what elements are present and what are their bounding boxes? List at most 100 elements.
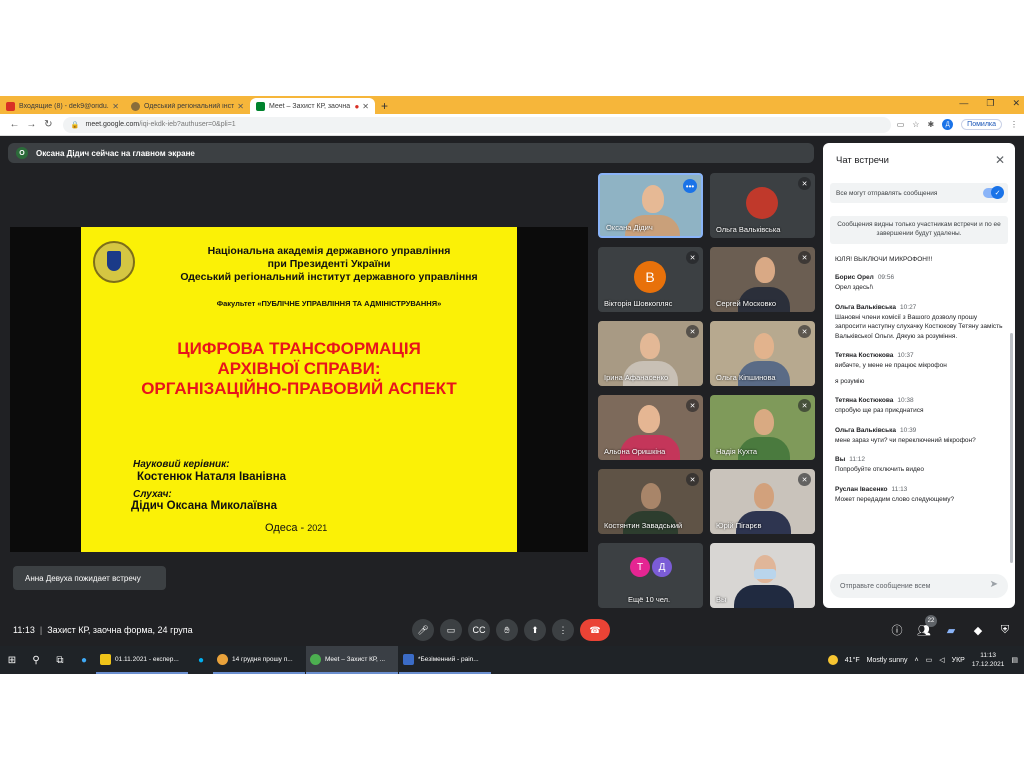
network-icon[interactable]: ▭ xyxy=(926,656,933,664)
extensions-icon[interactable]: ✱ xyxy=(927,120,934,129)
chat-permission-toggle[interactable] xyxy=(983,186,1004,199)
separator: | xyxy=(39,625,43,635)
participant-tile[interactable]: ✕ Ольга Вальківська xyxy=(710,173,815,238)
supervisor-name: Костенюк Наталя Іванівна xyxy=(137,471,287,483)
notifications-icon[interactable]: ▤ xyxy=(1011,656,1018,664)
chat-message-header: Ольга Вальківська 10:39 xyxy=(835,427,1005,434)
camera-button[interactable]: ▭ xyxy=(440,619,462,641)
error-button[interactable]: Помилка xyxy=(961,119,1003,130)
host-controls-icon[interactable]: ⛨ xyxy=(998,624,1012,637)
chat-text: спробую ще раз приєднатися xyxy=(835,407,924,414)
participant-tile[interactable]: ✕ Альона Оришкіна xyxy=(598,395,703,460)
url-input[interactable]: 🔒 meet.google.com /iqi-ekdk-ieb?authuser… xyxy=(62,116,891,133)
tab-meet[interactable]: Meet – Захист КР, заочна ф ● ✕ xyxy=(250,98,375,114)
windows-start-icon[interactable]: ⊞ xyxy=(0,646,24,674)
volume-icon[interactable]: ◁ xyxy=(939,656,944,664)
captions-button[interactable]: CC xyxy=(468,619,490,641)
taskbar-app-chrome-1[interactable]: 14 грудня прошу п... xyxy=(213,646,305,674)
slide-title: ЦИФРОВА ТРАНСФОРМАЦІЯ АРХІВНОЇ СПРАВИ: О… xyxy=(91,339,507,399)
close-icon[interactable]: ✕ xyxy=(112,102,119,111)
mic-off-icon: ✕ xyxy=(686,473,699,486)
chat-text: Шановні члени комісії з Вашого дозволу п… xyxy=(835,313,1003,340)
back-icon[interactable]: ← xyxy=(6,119,23,130)
participant-tile[interactable]: ✕ Ольга Кіпшинова xyxy=(710,321,815,386)
participant-tile[interactable]: ✕ Юрій Пігарєв xyxy=(710,469,815,534)
forward-icon[interactable]: → xyxy=(23,119,40,130)
minimize-icon[interactable]: — xyxy=(959,98,968,109)
tab-label: Входящие (8) - dek9@oridu.odes xyxy=(19,102,109,110)
chat-author: Борис Орел xyxy=(835,274,874,281)
taskbar-app-label: Meet – Захист КР, ... xyxy=(325,655,386,663)
more-options-icon[interactable]: ••• xyxy=(683,179,697,193)
people-count-badge: 22 xyxy=(925,614,937,627)
leave-call-button[interactable]: ☎︎ xyxy=(580,619,610,641)
skype-icon[interactable]: ● xyxy=(189,646,213,674)
star-icon[interactable]: ☆ xyxy=(912,120,919,129)
participant-name: Сергей Московко xyxy=(716,299,777,308)
camera-icon[interactable]: ▭ xyxy=(897,120,905,129)
search-icon[interactable]: ⚲ xyxy=(24,646,48,674)
close-icon[interactable]: ✕ xyxy=(362,102,369,111)
more-options-button[interactable]: ⋮ xyxy=(552,619,574,641)
chrome-icon xyxy=(310,653,321,665)
close-window-icon[interactable]: ✕ xyxy=(1012,98,1020,109)
people-icon[interactable]: 👥︎ 22 xyxy=(917,614,937,637)
participant-tile[interactable]: ✕ Сергей Московко xyxy=(710,247,815,312)
chat-message-input[interactable]: Отправьте сообщение всем ➤ xyxy=(830,574,1008,598)
waiting-toast[interactable]: Анна Девуха пожидает встречу xyxy=(13,566,166,590)
task-view-icon[interactable]: ⧉ xyxy=(48,646,72,674)
new-tab-button[interactable]: + xyxy=(381,98,388,114)
participant-face xyxy=(754,483,774,509)
info-icon[interactable]: ⓘ xyxy=(890,622,904,638)
system-tray: 41°F Mostly sunny ˄ ▭ ◁ УКР 11:13 17.12.… xyxy=(827,646,1018,674)
chat-time: 10:39 xyxy=(900,426,917,434)
mic-off-icon: ✕ xyxy=(686,325,699,338)
send-icon[interactable]: ➤ xyxy=(990,579,998,590)
taskbar-app-paint[interactable]: *Безіменний - pain... xyxy=(399,646,491,674)
raise-hand-button[interactable]: ✋︎ xyxy=(496,619,518,641)
lang-indicator[interactable]: УКР xyxy=(952,657,965,664)
paint-icon xyxy=(403,653,414,665)
activities-icon[interactable]: ◆ xyxy=(971,624,985,637)
chat-message: Тетяна Костюкова 10:38 спробую ще раз при… xyxy=(835,397,1005,416)
participant-tile[interactable]: В ✕ Вікторія Шовкопляс xyxy=(598,247,703,312)
menu-icon[interactable]: ⋮ xyxy=(1010,120,1018,129)
tab-institute[interactable]: Одеський регіональний інститут ✕ xyxy=(125,98,250,114)
chat-text: Может передадим слово следующему? xyxy=(835,495,955,503)
edge-icon[interactable]: ● xyxy=(72,646,96,674)
participant-tile[interactable]: ✕ Ірина Афанасенко xyxy=(598,321,703,386)
mic-button[interactable]: 🎤︎ xyxy=(412,619,434,641)
participant-face xyxy=(640,333,660,359)
weather-temp[interactable]: 41°F xyxy=(845,657,860,664)
participant-tile[interactable]: ✕ Надія Кухта xyxy=(710,395,815,460)
meeting-details: 11:13 | Захист КР, заочна форма, 24 група xyxy=(13,625,193,635)
recording-dot-icon: ● xyxy=(354,101,360,111)
mic-off-icon: ✕ xyxy=(798,251,811,264)
slide-city: Одеса - xyxy=(265,522,308,534)
close-icon[interactable]: ✕ xyxy=(237,102,244,111)
close-icon[interactable]: ✕ xyxy=(995,153,1005,167)
chat-scrollbar[interactable] xyxy=(1010,333,1013,563)
chat-icon[interactable]: ▰ xyxy=(944,624,958,637)
meet-icon xyxy=(256,101,265,111)
participant-tile[interactable]: ••• Оксана Дідич xyxy=(598,173,703,238)
profile-avatar[interactable]: Д xyxy=(942,119,954,130)
clock[interactable]: 11:13 17.12.2021 xyxy=(972,651,1005,669)
chat-message-partial: ЮЛЯ! ВЫКЛЮЧИ МИКРОФОН!!! xyxy=(835,256,933,263)
self-tile[interactable]: Вы xyxy=(710,543,815,608)
taskbar-app-explorer[interactable]: 01.11.2021 - експер... xyxy=(96,646,188,674)
chevron-up-icon[interactable]: ˄ xyxy=(915,657,919,664)
weather-text[interactable]: Mostly sunny xyxy=(867,657,908,664)
reload-icon[interactable]: ↻ xyxy=(40,119,57,130)
chat-message-header: Ольга Вальківська 10:27 xyxy=(835,304,1005,311)
participant-tile[interactable]: ✕ Костянтин Завадський xyxy=(598,469,703,534)
present-button[interactable]: ⬆ xyxy=(524,619,546,641)
restore-icon[interactable]: ❐ xyxy=(986,98,994,109)
taskbar-app-chrome-meet[interactable]: Meet – Захист КР, ... xyxy=(306,646,398,674)
more-participants-tile[interactable]: Т Д Ещё 10 чел. xyxy=(598,543,703,608)
meet-controls-bar: 11:13 | Захист КР, заочна форма, 24 група … xyxy=(0,614,1024,644)
chat-message: Ольга Вальківська 10:39 мене зараз чути? … xyxy=(835,427,1005,446)
participant-face xyxy=(641,483,661,509)
tab-gmail[interactable]: Входящие (8) - dek9@oridu.odes ✕ xyxy=(0,98,125,114)
participant-name: Оксана Дідич xyxy=(606,223,653,232)
